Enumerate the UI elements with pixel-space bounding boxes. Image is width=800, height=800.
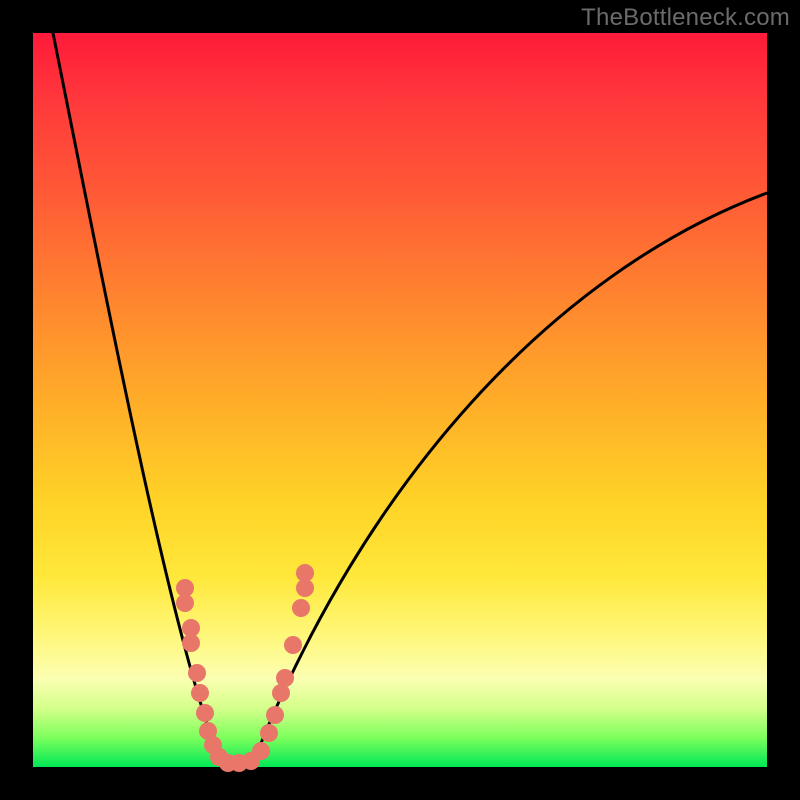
marker-dot: [296, 564, 314, 582]
marker-dot: [196, 704, 214, 722]
marker-dot: [276, 669, 294, 687]
marker-dot: [182, 634, 200, 652]
bottleneck-curve: [33, 33, 767, 767]
marker-dot: [292, 599, 310, 617]
plot-area: [33, 33, 767, 767]
chart-frame: TheBottleneck.com: [0, 0, 800, 800]
marker-dot: [284, 636, 302, 654]
marker-dot: [191, 684, 209, 702]
curve-path: [53, 33, 767, 763]
marker-dot: [188, 664, 206, 682]
marker-dot: [260, 724, 278, 742]
marker-dot: [176, 594, 194, 612]
marker-dot: [266, 706, 284, 724]
watermark-text: TheBottleneck.com: [581, 4, 790, 32]
marker-dot: [252, 742, 270, 760]
